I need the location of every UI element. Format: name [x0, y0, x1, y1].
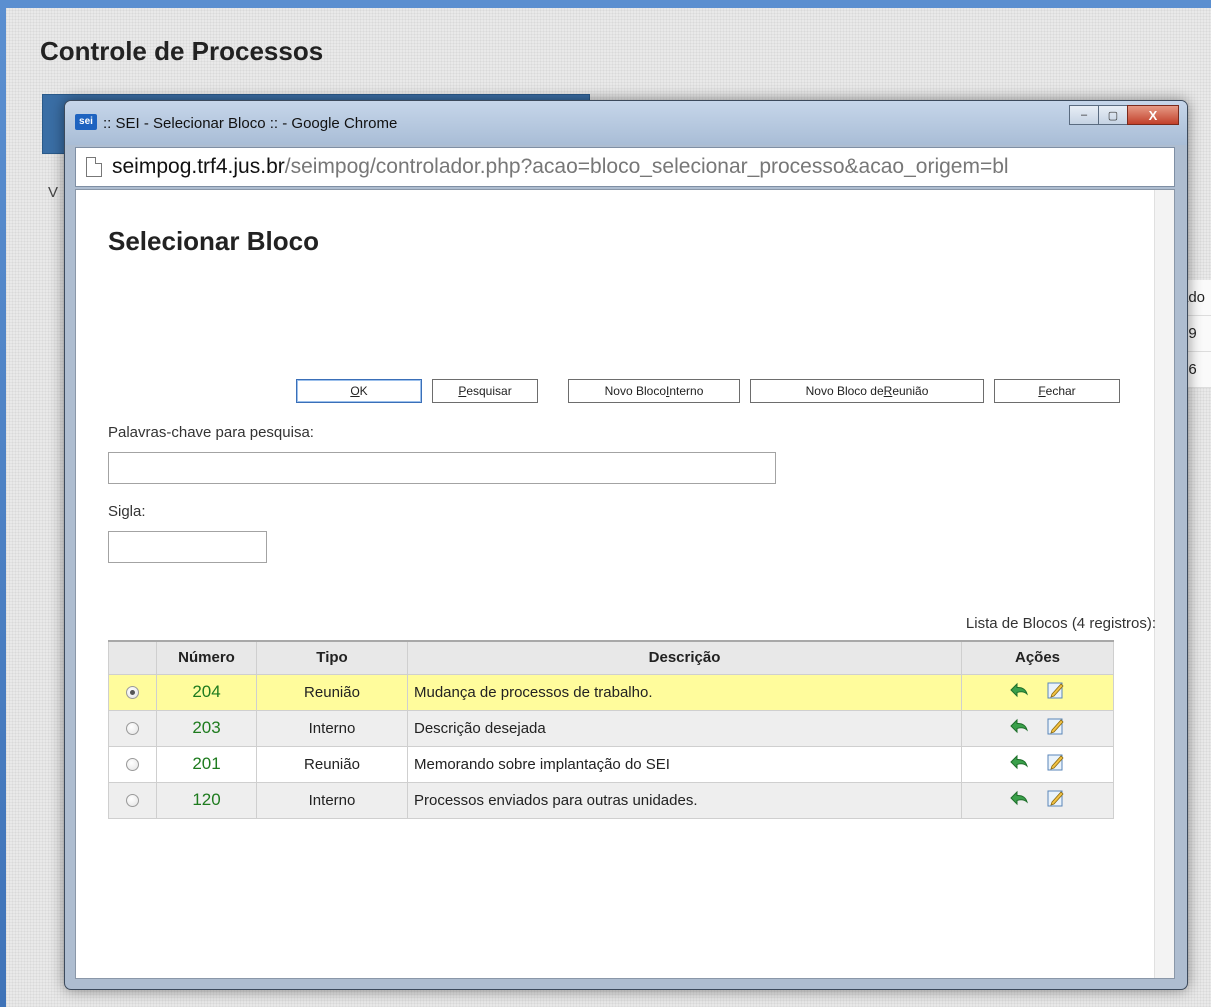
keywords-label: Palavras-chave para pesquisa: [108, 424, 314, 441]
ok-accesskey: O [350, 384, 360, 398]
pesquisar-label: esquisar [466, 384, 512, 398]
novo-bloco-interno-label: nterno [669, 384, 704, 398]
ok-label: K [359, 384, 368, 398]
row-radio[interactable] [126, 758, 139, 772]
background-fragment-letter: V [48, 184, 59, 201]
row-select-cell [108, 781, 157, 819]
row-acoes [961, 745, 1114, 783]
row-descricao: Mudança de processos de trabalho. [407, 673, 962, 711]
edit-icon[interactable] [1046, 716, 1066, 740]
fechar-button[interactable]: Fechar [994, 379, 1120, 403]
sigla-label: Sigla: [108, 503, 146, 520]
minimize-button[interactable]: – [1069, 105, 1099, 125]
row-radio[interactable] [126, 794, 139, 808]
row-select-cell [108, 673, 157, 711]
background-page-title: Controle de Processos [40, 36, 324, 66]
novo-bloco-reuniao-accesskey: R [883, 384, 893, 398]
table-row[interactable]: 203 Interno Descrição desejada [108, 709, 1114, 747]
header-tipo[interactable]: Tipo [256, 640, 408, 675]
header-acoes: Ações [961, 640, 1114, 675]
return-arrow-icon[interactable] [1009, 717, 1029, 739]
url-text: seimpog.trf4.jus.br/seimpog/controlador.… [112, 155, 1009, 179]
table-row[interactable]: 201 Reunião Memorando sobre implantação … [108, 745, 1114, 783]
fechar-label: echar [1045, 384, 1076, 398]
row-radio[interactable] [126, 686, 139, 700]
novo-bloco-reuniao-label: eunião [892, 384, 929, 398]
return-arrow-icon[interactable] [1009, 789, 1029, 811]
close-window-button[interactable]: X [1127, 105, 1179, 125]
window-controls: – ▢ X [1069, 105, 1179, 125]
row-tipo: Interno [256, 781, 408, 819]
blocks-table: Número Tipo Descrição Ações 204 Reunião … [108, 640, 1114, 819]
edit-icon[interactable] [1046, 788, 1066, 812]
return-arrow-icon[interactable] [1009, 753, 1029, 775]
row-select-cell [108, 745, 157, 783]
edit-icon[interactable] [1046, 752, 1066, 776]
fechar-accesskey: F [1038, 384, 1046, 398]
edit-icon[interactable] [1046, 680, 1066, 704]
keywords-input[interactable] [108, 452, 776, 484]
row-descricao: Descrição desejada [407, 709, 962, 747]
row-tipo: Interno [256, 709, 408, 747]
maximize-icon: ▢ [1107, 109, 1119, 122]
row-tipo: Reunião [256, 745, 408, 783]
page-content: Selecionar Bloco OK Pesquisar Novo Bloco… [75, 189, 1175, 979]
page-icon [86, 157, 102, 177]
address-bar[interactable]: seimpog.trf4.jus.br/seimpog/controlador.… [75, 147, 1175, 187]
row-acoes [961, 709, 1114, 747]
table-row[interactable]: 120 Interno Processos enviados para outr… [108, 781, 1114, 819]
sei-logo: sei [75, 114, 97, 130]
row-tipo: Reunião [256, 673, 408, 711]
row-select-cell [108, 709, 157, 747]
row-numero: 201 [156, 745, 257, 783]
row-acoes [961, 673, 1114, 711]
pesquisar-accesskey: P [458, 384, 467, 398]
scrollbar[interactable] [1154, 190, 1174, 978]
maximize-button[interactable]: ▢ [1098, 105, 1128, 125]
page-title: Selecionar Bloco [108, 226, 319, 256]
row-numero: 204 [156, 673, 257, 711]
row-numero: 120 [156, 781, 257, 819]
row-acoes [961, 781, 1114, 819]
row-radio[interactable] [126, 722, 139, 736]
row-numero: 203 [156, 709, 257, 747]
novo-bloco-reuniao-button[interactable]: Novo Bloco de Reunião [750, 379, 984, 403]
header-select [108, 640, 157, 675]
row-descricao: Processos enviados para outras unidades. [407, 781, 962, 819]
table-header-row: Número Tipo Descrição Ações [108, 640, 1114, 675]
list-caption: Lista de Blocos (4 registros): [965, 615, 1156, 632]
window-titlebar[interactable]: sei :: SEI - Selecionar Bloco :: - Googl… [65, 101, 1187, 145]
table-row[interactable]: 204 Reunião Mudança de processos de trab… [108, 673, 1114, 711]
sigla-input[interactable] [108, 531, 267, 563]
url-path: /seimpog/controlador.php?acao=bloco_sele… [284, 155, 1009, 178]
window-title: :: SEI - Selecionar Bloco :: - Google Ch… [103, 115, 398, 132]
header-descricao[interactable]: Descrição [407, 640, 962, 675]
row-descricao: Memorando sobre implantação do SEI [407, 745, 962, 783]
return-arrow-icon[interactable] [1009, 681, 1029, 703]
novo-bloco-interno-button[interactable]: Novo Bloco Interno [568, 379, 740, 403]
header-numero[interactable]: Número [156, 640, 257, 675]
url-host: seimpog.trf4.jus.br [112, 155, 285, 178]
close-icon: X [1148, 107, 1158, 123]
minimize-icon: – [1080, 109, 1088, 121]
popup-window: sei :: SEI - Selecionar Bloco :: - Googl… [64, 100, 1188, 990]
ok-button[interactable]: OK [296, 379, 422, 403]
novo-bloco-reuniao-label-pre: Novo Bloco de [805, 384, 884, 398]
novo-bloco-interno-label-pre: Novo Bloco [604, 384, 666, 398]
pesquisar-button[interactable]: Pesquisar [432, 379, 538, 403]
